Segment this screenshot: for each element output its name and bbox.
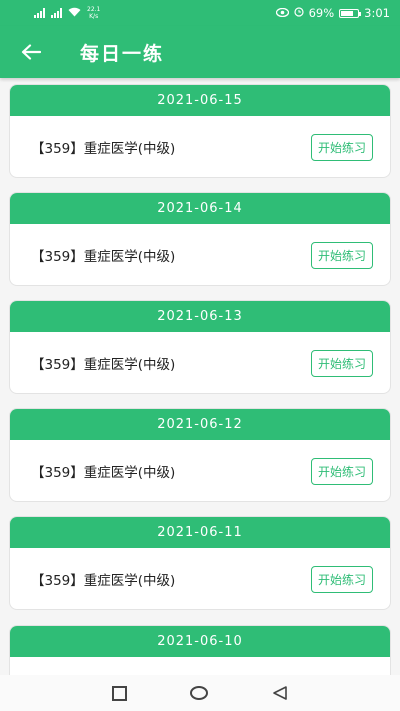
exam-name: 【359】重症医学(中级) <box>31 573 176 589</box>
card-date: 2021-06-10 <box>10 626 390 657</box>
practice-card: 2021-06-10 <box>9 625 391 675</box>
alarm-icon <box>294 6 304 20</box>
card-body: 【359】重症医学(中级) 开始练习 <box>10 548 390 609</box>
battery-percent: 69% <box>308 6 335 20</box>
practice-card: 2021-06-15 【359】重症医学(中级) 开始练习 <box>9 84 391 178</box>
practice-card: 2021-06-14 【359】重症医学(中级) 开始练习 <box>9 192 391 286</box>
practice-card: 2021-06-13 【359】重症医学(中级) 开始练习 <box>9 300 391 394</box>
status-left: 22.1 K/s <box>34 6 100 20</box>
status-bar: 22.1 K/s 69% 3:01 <box>0 0 400 26</box>
page-title: 每日一练 <box>80 42 165 65</box>
card-date: 2021-06-15 <box>10 85 390 116</box>
exam-name: 【359】重症医学(中级) <box>31 357 176 373</box>
start-practice-button[interactable]: 开始练习 <box>310 565 373 593</box>
card-body: 【359】重症医学(中级) 开始练习 <box>10 332 390 393</box>
net-speed: 22.1 K/s <box>87 6 100 20</box>
triangle-back-icon[interactable] <box>272 685 288 701</box>
back-button[interactable] <box>0 26 62 78</box>
card-body: 【359】重症医学(中级) 开始练习 <box>10 116 390 177</box>
net-speed-unit: K/s <box>89 13 99 20</box>
arrow-left-icon <box>21 44 41 60</box>
card-body: 【359】重症医学(中级) 开始练习 <box>10 224 390 285</box>
card-date: 2021-06-13 <box>10 301 390 332</box>
system-nav-bar <box>0 675 400 711</box>
start-practice-button[interactable]: 开始练习 <box>310 241 373 269</box>
battery-icon <box>339 8 362 18</box>
card-body: 【359】重症医学(中级) 开始练习 <box>10 440 390 501</box>
card-date: 2021-06-12 <box>10 409 390 440</box>
card-date: 2021-06-14 <box>10 193 390 224</box>
practice-card: 2021-06-11 【359】重症医学(中级) 开始练习 <box>9 516 391 610</box>
exam-name: 【359】重症医学(中级) <box>31 465 176 481</box>
practice-card: 2021-06-12 【359】重症医学(中级) 开始练习 <box>9 408 391 502</box>
exam-name: 【359】重症医学(中级) <box>31 141 176 157</box>
signal-icon <box>34 8 45 18</box>
start-practice-button[interactable]: 开始练习 <box>310 457 373 485</box>
eye-icon <box>275 6 289 20</box>
wifi-icon <box>68 7 81 20</box>
app-bar: 每日一练 <box>0 26 400 78</box>
clock: 3:01 <box>364 6 390 20</box>
start-practice-button[interactable]: 开始练习 <box>310 133 373 161</box>
signal-icon <box>51 8 62 18</box>
net-speed-value: 22.1 <box>87 6 101 13</box>
card-date: 2021-06-11 <box>10 517 390 548</box>
exam-name: 【359】重症医学(中级) <box>31 249 176 265</box>
start-practice-button[interactable]: 开始练习 <box>310 349 373 377</box>
circle-home-icon[interactable] <box>190 686 209 700</box>
square-recents-icon[interactable] <box>111 685 127 701</box>
status-right: 69% 3:01 <box>275 6 390 20</box>
practice-list[interactable]: 2021-06-15 【359】重症医学(中级) 开始练习 2021-06-14… <box>0 78 400 675</box>
